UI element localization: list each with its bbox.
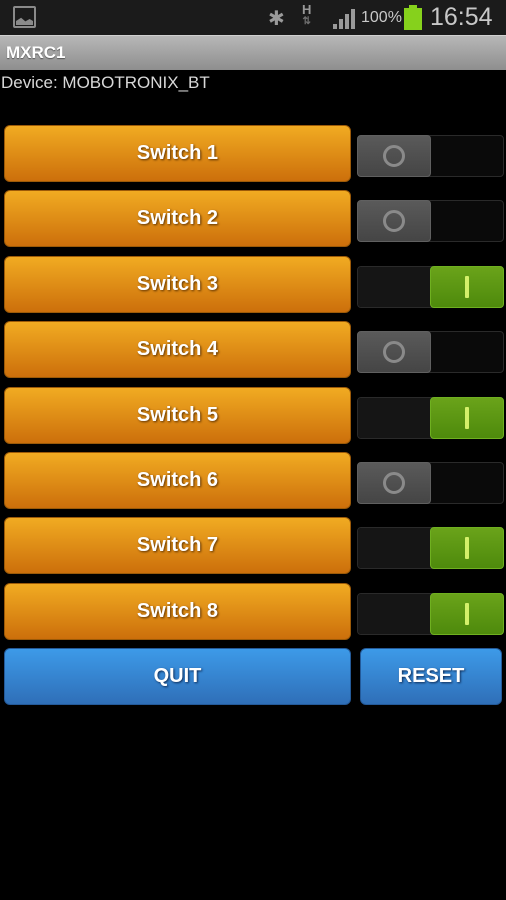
switch-4-toggle[interactable] [357,331,504,374]
switch-6-toggle[interactable] [357,462,504,504]
toggle-knob[interactable] [357,135,431,177]
switch-3-toggle[interactable] [357,265,504,308]
toggle-off-icon [383,145,405,167]
toggle-track [358,397,431,438]
switch-row: Switch 6 [0,452,506,510]
battery-icon [404,5,422,30]
toggle-track [358,528,431,569]
toggle-on-icon [465,602,469,625]
signal-icon [333,9,355,29]
switch-2-toggle[interactable] [357,200,504,243]
switch-row: Switch 1 [0,125,506,183]
device-label: Device: MOBOTRONIX_BT [1,73,210,92]
switch-4-button[interactable]: Switch 4 [4,321,351,379]
app-title-bar: MXRC1 [0,35,506,70]
toggle-on-icon [465,537,469,560]
toggle-track [358,593,431,634]
toggle-on-icon [465,275,469,298]
network-type: H [302,2,312,17]
switch-row: Switch 3 [0,255,506,314]
switch-8-toggle[interactable] [357,592,504,635]
switch-8-button[interactable]: Switch 8 [4,582,351,640]
toggle-knob[interactable] [430,265,504,308]
toggle-knob[interactable] [430,396,504,439]
toggle-off-icon [383,341,405,364]
switch-7-toggle[interactable] [357,527,504,570]
battery-percent: 100% [361,9,402,26]
toggle-knob[interactable] [430,527,504,570]
gallery-icon [13,6,36,28]
quit-button[interactable]: QUIT [4,648,351,705]
toggle-off-icon [383,472,405,494]
switch-row: Switch 8 [0,582,506,641]
switch-row: Switch 7 [0,517,506,575]
switch-3-button[interactable]: Switch 3 [4,255,351,313]
switch-row: Switch 5 [0,386,506,445]
toggle-knob[interactable] [357,200,431,243]
switch-6-button[interactable]: Switch 6 [4,452,351,509]
clock: 16:54 [430,3,493,31]
toggle-knob[interactable] [357,462,431,504]
status-bar: ✱ H ⇅ 100% 16:54 [0,0,506,35]
switch-2-button[interactable]: Switch 2 [4,190,351,248]
toggle-knob[interactable] [430,592,504,635]
switch-5-button[interactable]: Switch 5 [4,386,351,444]
switch-row: Switch 2 [0,190,506,248]
toggle-knob[interactable] [357,331,431,374]
switch-7-button[interactable]: Switch 7 [4,517,351,575]
switch-row: Switch 4 [0,321,506,379]
toggle-track [358,266,431,307]
toggle-off-icon [383,210,405,233]
reset-button[interactable]: RESET [360,648,502,705]
toggle-on-icon [465,406,469,429]
switch-1-button[interactable]: Switch 1 [4,125,351,182]
bluetooth-icon: ✱ [268,8,285,30]
app-title: MXRC1 [6,43,66,62]
switch-1-toggle[interactable] [357,135,504,177]
hspa-data-icon: H ⇅ [302,2,312,27]
switch-5-toggle[interactable] [357,396,504,439]
